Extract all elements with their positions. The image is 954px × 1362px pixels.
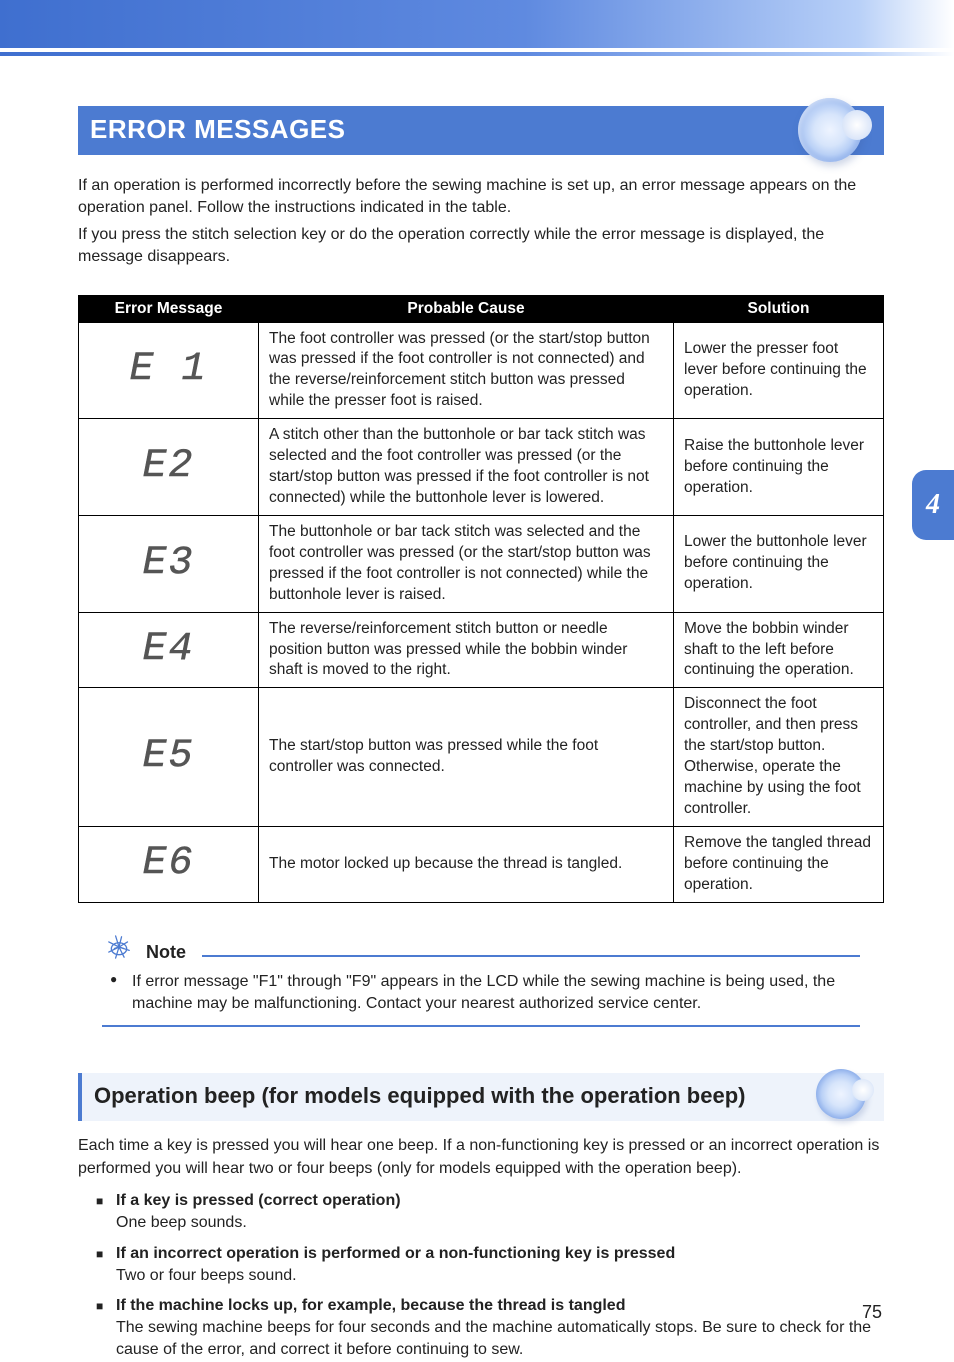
error-solution: Disconnect the foot controller, and then…	[674, 688, 884, 827]
section-title: ERROR MESSAGES	[78, 106, 884, 155]
table-row: E4The reverse/reinforcement stitch butto…	[79, 612, 884, 688]
note-block: Note If error message "F1" through "F9" …	[78, 931, 884, 1028]
beep-intro: Each time a key is pressed you will hear…	[78, 1135, 884, 1180]
bullet-title: If the machine locks up, for example, be…	[116, 1297, 884, 1315]
error-code-e3: E3	[79, 515, 259, 612]
bullet-item: If a key is pressed (correct operation) O…	[96, 1192, 884, 1234]
bullet-item: If the machine locks up, for example, be…	[96, 1297, 884, 1362]
bullet-item: If an incorrect operation is performed o…	[96, 1245, 884, 1287]
error-cause: The foot controller was pressed (or the …	[259, 322, 674, 419]
error-code-e6: E6	[79, 826, 259, 902]
error-solution: Raise the buttonhole lever before contin…	[674, 419, 884, 516]
error-solution: Lower the presser foot lever before cont…	[674, 322, 884, 419]
table-row: E2A stitch other than the buttonhole or …	[79, 419, 884, 516]
bullet-body: One beep sounds.	[116, 1212, 884, 1234]
intro-p1: If an operation is performed incorrectly…	[78, 175, 884, 220]
error-cause: The start/stop button was pressed while …	[259, 688, 674, 827]
page-number: 75	[862, 1302, 882, 1323]
table-row: E3The buttonhole or bar tack stitch was …	[79, 515, 884, 612]
table-header-solution: Solution	[674, 295, 884, 322]
error-code-e2: E2	[79, 419, 259, 516]
header-gradient-bar	[0, 0, 954, 48]
note-icon	[102, 931, 136, 963]
error-solution: Move the bobbin winder shaft to the left…	[674, 612, 884, 688]
table-row: E 1The foot controller was pressed (or t…	[79, 322, 884, 419]
bullet-body: The sewing machine beeps for four second…	[116, 1317, 884, 1362]
error-cause: The motor locked up because the thread i…	[259, 826, 674, 902]
note-text: If error message "F1" through "F9" appea…	[102, 967, 860, 1028]
subsection-title: Operation beep (for models equipped with…	[94, 1083, 868, 1109]
error-messages-table: Error Message Probable Cause Solution E …	[78, 295, 884, 903]
error-cause: The buttonhole or bar tack stitch was se…	[259, 515, 674, 612]
error-cause: The reverse/reinforcement stitch button …	[259, 612, 674, 688]
section-heading: ERROR MESSAGES	[78, 106, 884, 155]
table-row: E5The start/stop button was pressed whil…	[79, 688, 884, 827]
error-code-e1: E 1	[79, 322, 259, 419]
heading-ornament	[798, 98, 862, 162]
note-label: Note	[146, 942, 186, 963]
table-row: E6The motor locked up because the thread…	[79, 826, 884, 902]
bullet-body: Two or four beeps sound.	[116, 1265, 884, 1287]
error-solution: Remove the tangled thread before continu…	[674, 826, 884, 902]
table-header-error: Error Message	[79, 295, 259, 322]
error-code-e5: E5	[79, 688, 259, 827]
bullet-title: If a key is pressed (correct operation)	[116, 1192, 884, 1210]
intro-paragraphs: If an operation is performed incorrectly…	[78, 175, 884, 269]
subsection-heading: Operation beep (for models equipped with…	[78, 1073, 884, 1121]
subheading-ornament	[816, 1069, 866, 1119]
note-rule	[202, 955, 860, 957]
error-code-e4: E4	[79, 612, 259, 688]
error-cause: A stitch other than the buttonhole or ba…	[259, 419, 674, 516]
table-header-cause: Probable Cause	[259, 295, 674, 322]
bullet-title: If an incorrect operation is performed o…	[116, 1245, 884, 1263]
error-solution: Lower the buttonhole lever before contin…	[674, 515, 884, 612]
intro-p2: If you press the stitch selection key or…	[78, 224, 884, 269]
